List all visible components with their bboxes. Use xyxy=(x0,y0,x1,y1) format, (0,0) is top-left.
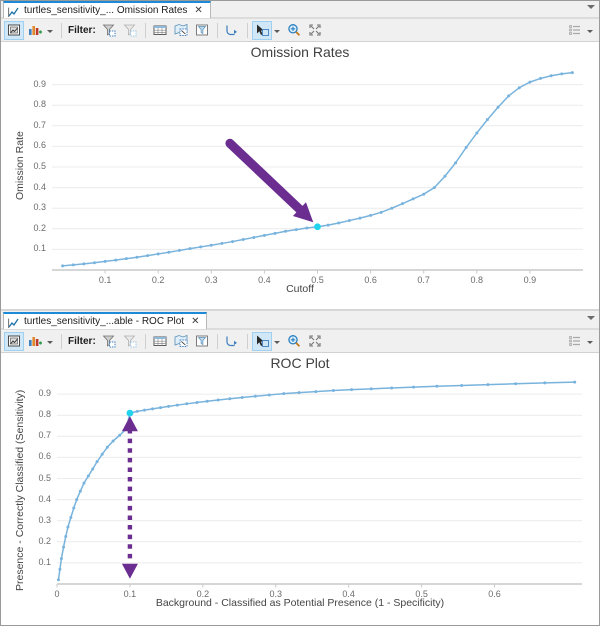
chevron-down-icon[interactable] xyxy=(587,5,595,9)
full-extent-button[interactable] xyxy=(305,21,325,40)
tab-strip-top: turtles_sensitivity_... Omission Rates ✕ xyxy=(0,0,600,19)
filter-label: Filter: xyxy=(68,25,96,36)
series-omission-rate xyxy=(61,71,574,267)
chart-properties-button[interactable] xyxy=(4,21,24,40)
switch-selection-button[interactable] xyxy=(222,21,242,40)
clear-selection-button[interactable] xyxy=(192,21,212,40)
chart-legend-button[interactable] xyxy=(565,332,585,351)
select-features-button[interactable] xyxy=(171,21,191,40)
line-chart-icon xyxy=(8,5,20,16)
chevron-down-icon[interactable] xyxy=(587,341,593,344)
zoom-button[interactable] xyxy=(284,332,304,351)
series-roc-curve xyxy=(57,381,576,582)
dotted-double-arrow-annotation xyxy=(122,416,138,578)
filter-by-extent-button[interactable] xyxy=(120,332,140,351)
chevron-down-icon[interactable] xyxy=(47,341,53,344)
toolbar-top: Filter: xyxy=(0,19,600,42)
tab-omission-rates[interactable]: turtles_sensitivity_... Omission Rates ✕ xyxy=(3,1,211,18)
chart-window: turtles_sensitivity_... Omission Rates ✕ xyxy=(0,0,600,626)
highlight-point xyxy=(127,410,134,417)
toolbar-divider xyxy=(217,334,218,349)
toolbar-divider xyxy=(61,334,62,349)
chart-legend-button[interactable] xyxy=(565,21,585,40)
switch-selection-button[interactable] xyxy=(222,332,242,351)
tab-label: turtles_sensitivity_...able - ROC Plot xyxy=(24,316,184,327)
zoom-button[interactable] xyxy=(284,21,304,40)
chart-type-button[interactable] xyxy=(25,21,45,40)
chevron-down-icon[interactable] xyxy=(274,30,280,33)
plot-area[interactable] xyxy=(0,353,600,625)
roc-plot-pane: turtles_sensitivity_...able - ROC Plot ✕ xyxy=(0,311,600,626)
solid-arrow-annotation xyxy=(230,143,313,222)
open-table-button[interactable] xyxy=(150,21,170,40)
highlight-point xyxy=(314,223,321,230)
plot-area[interactable] xyxy=(0,42,600,311)
toolbar-divider xyxy=(61,23,62,38)
omission-rates-chart: Omission RatesOmission RateCutoff0.10.20… xyxy=(0,42,600,311)
clear-selection-button[interactable] xyxy=(192,332,212,351)
chart-properties-button[interactable] xyxy=(4,332,24,351)
tab-roc-plot[interactable]: turtles_sensitivity_...able - ROC Plot ✕ xyxy=(3,312,207,329)
chevron-down-icon[interactable] xyxy=(274,341,280,344)
tab-strip-bottom: turtles_sensitivity_...able - ROC Plot ✕ xyxy=(0,311,600,330)
toolbar-divider xyxy=(145,334,146,349)
filter-by-selection-button[interactable] xyxy=(99,21,119,40)
line-chart-icon xyxy=(8,316,20,327)
toolbar-bottom: Filter: xyxy=(0,330,600,353)
close-icon[interactable]: ✕ xyxy=(194,6,202,16)
chevron-down-icon[interactable] xyxy=(587,316,595,320)
chevron-down-icon[interactable] xyxy=(587,30,593,33)
toolbar-divider xyxy=(247,23,248,38)
filter-label: Filter: xyxy=(68,336,96,347)
tab-label: turtles_sensitivity_... Omission Rates xyxy=(24,5,187,16)
chevron-down-icon[interactable] xyxy=(47,30,53,33)
select-tool-button[interactable] xyxy=(252,21,272,40)
close-icon[interactable]: ✕ xyxy=(191,317,199,327)
select-tool-button[interactable] xyxy=(252,332,272,351)
roc-plot-chart: ROC PlotPresence - Correctly Classified … xyxy=(0,353,600,625)
toolbar-divider xyxy=(247,334,248,349)
select-features-button[interactable] xyxy=(171,332,191,351)
toolbar-divider xyxy=(145,23,146,38)
chart-type-button[interactable] xyxy=(25,332,45,351)
toolbar-divider xyxy=(217,23,218,38)
open-table-button[interactable] xyxy=(150,332,170,351)
filter-by-extent-button[interactable] xyxy=(120,21,140,40)
full-extent-button[interactable] xyxy=(305,332,325,351)
filter-by-selection-button[interactable] xyxy=(99,332,119,351)
omission-rates-pane: turtles_sensitivity_... Omission Rates ✕ xyxy=(0,0,600,311)
